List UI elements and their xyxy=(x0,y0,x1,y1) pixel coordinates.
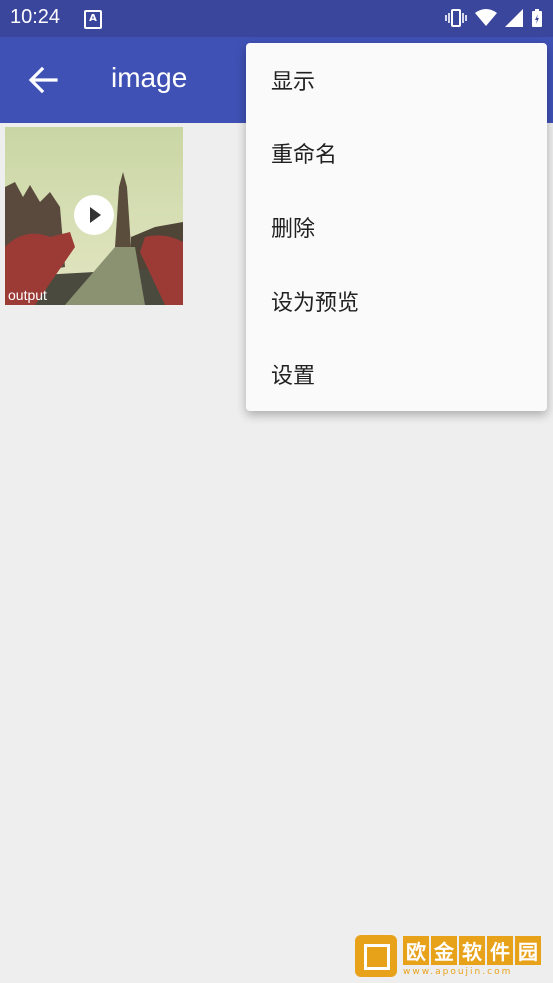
play-button[interactable] xyxy=(74,195,114,235)
watermark-char: 欧 xyxy=(403,935,429,965)
page-title: image xyxy=(111,62,188,93)
signal-icon xyxy=(505,9,523,27)
menu-item-delete[interactable]: 删除 xyxy=(246,190,547,264)
wifi-icon xyxy=(475,9,497,26)
menu-item-set-preview[interactable]: 设为预览 xyxy=(246,264,547,338)
status-icons xyxy=(445,8,543,28)
overflow-menu: 显示 重命名 删除 设为预览 设置 xyxy=(246,43,547,411)
menu-item-settings[interactable]: 设置 xyxy=(246,337,547,411)
thumbnail-label: output xyxy=(8,287,47,303)
vibrate-icon xyxy=(445,9,467,27)
notification-a-icon: A xyxy=(84,10,102,29)
watermark-char: 金 xyxy=(431,935,457,965)
menu-item-show[interactable]: 显示 xyxy=(246,43,547,117)
watermark-url: www.apoujin.com xyxy=(403,966,513,977)
status-time: 10:24 xyxy=(10,6,61,28)
status-bar: 10:24 A xyxy=(0,0,553,37)
menu-item-rename[interactable]: 重命名 xyxy=(246,117,547,191)
watermark-logo-icon xyxy=(355,935,397,977)
watermark-char: 件 xyxy=(487,935,513,965)
video-thumbnail[interactable]: output xyxy=(5,127,183,305)
watermark-char: 园 xyxy=(515,935,541,965)
watermark-char: 软 xyxy=(459,935,485,965)
back-arrow-icon[interactable] xyxy=(26,63,60,97)
watermark: 欧 金 软 件 园 www.apoujin.com xyxy=(355,935,541,977)
battery-icon xyxy=(532,9,542,27)
watermark-title: 欧 金 软 件 园 xyxy=(403,935,541,965)
